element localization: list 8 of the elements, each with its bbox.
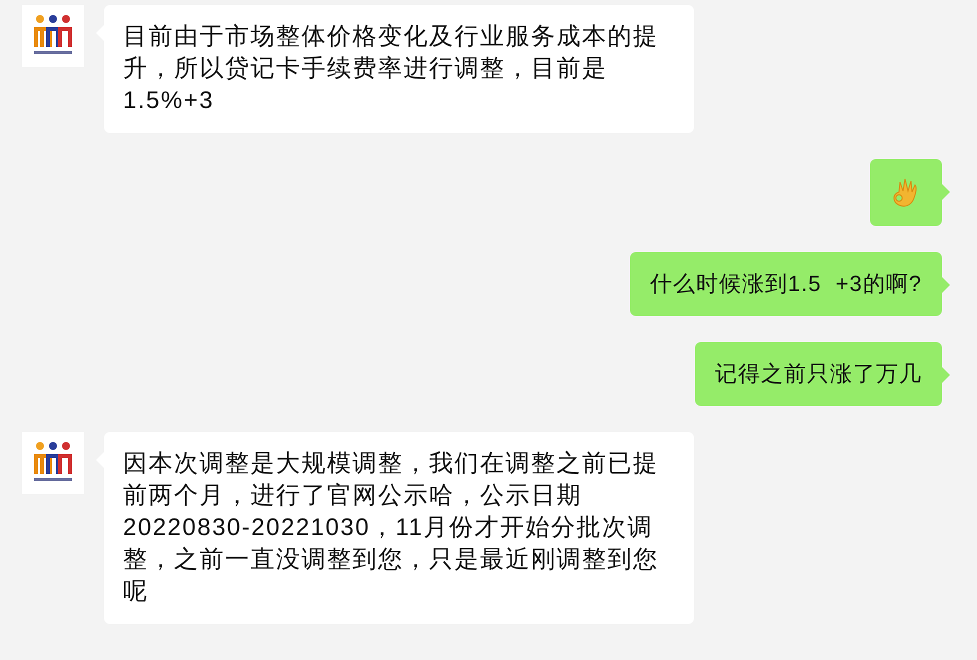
message-bubble: 什么时候涨到1.5 +3的啊? <box>630 252 942 316</box>
message-bubble: 记得之前只涨了万几 <box>695 342 942 406</box>
message-bubble: 目前由于市场整体价格变化及行业服务成本的提升，所以贷记卡手续费率进行调整，目前是1.5%+3 <box>104 5 694 133</box>
bubble-tail <box>942 277 950 293</box>
bubble-tail <box>942 367 950 383</box>
message-bubble: 因本次调整是大规模调整，我们在调整之前已提前两个月，进行了官网公示哈，公示日期20220830-20221030，11月份才开始分批次调整，之前一直没调整到您，只是最近刚调整到您呢 <box>104 432 694 624</box>
logo-avatar-icon <box>22 5 84 67</box>
logo-avatar-icon <box>22 432 84 494</box>
